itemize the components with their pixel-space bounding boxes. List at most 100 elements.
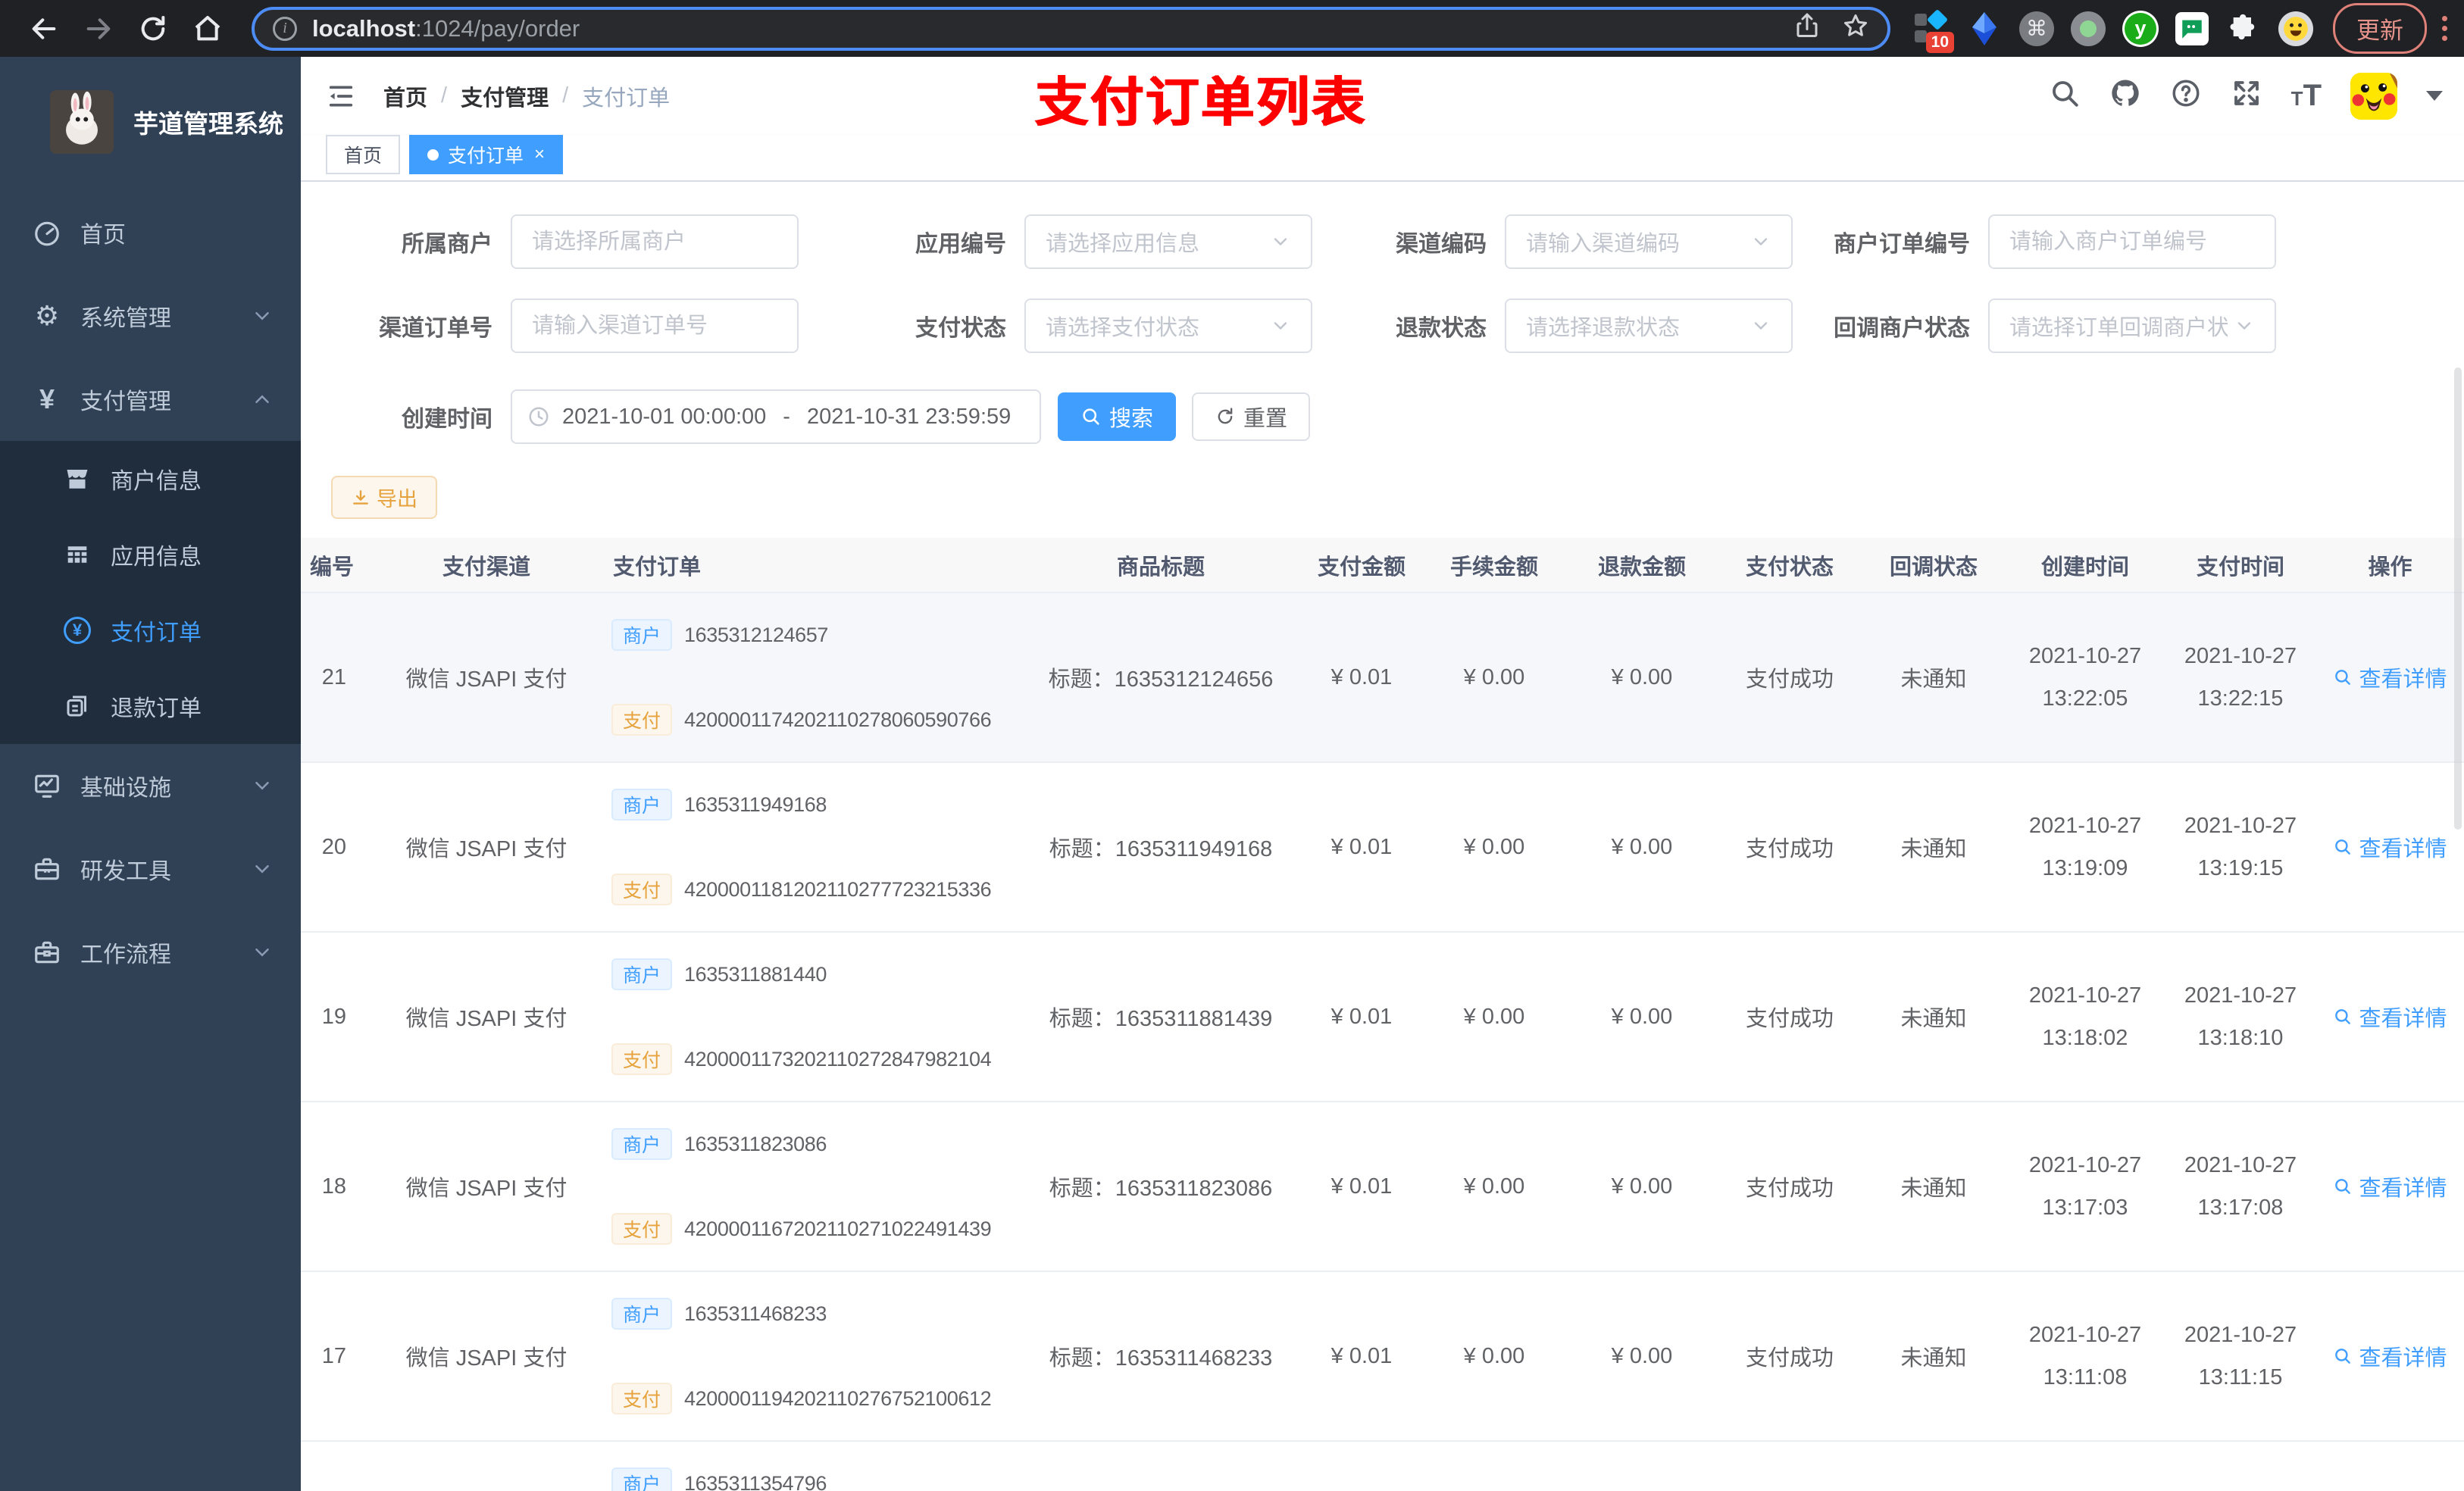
order-id: 21 <box>321 664 346 689</box>
notify-status: 未通知 <box>1900 837 1967 861</box>
kite-extension-icon[interactable] <box>1966 11 2003 47</box>
view-detail-link[interactable]: 查看详情 <box>2333 831 2447 863</box>
refund-status-select[interactable]: 请选择退款状态 <box>1505 299 1793 353</box>
site-info-icon[interactable]: i <box>273 16 297 41</box>
scrollbar-thumb[interactable] <box>2454 367 2462 830</box>
pay-status: 支付成功 <box>1745 667 1834 692</box>
sidebar: 芋道管理系统 首页 ⚙ 系统管理 ¥ 支付管理 商户信息 应用信息 ¥ 支付订单… <box>0 57 301 1491</box>
table-row[interactable]: 17 微信 JSAPI 支付 商户 1635311468233 支付 42000… <box>301 1271 2464 1442</box>
view-detail-link[interactable]: 查看详情 <box>2333 661 2447 693</box>
table-row[interactable]: 18 微信 JSAPI 支付 商户 1635311823086 支付 42000… <box>301 1102 2464 1272</box>
github-icon[interactable] <box>2109 77 2141 115</box>
forward-icon[interactable] <box>83 14 114 44</box>
channel-order-no: 4200001167202110271022491439 <box>684 1217 992 1240</box>
reset-button[interactable]: 重置 <box>1192 392 1311 441</box>
close-tab-icon[interactable]: × <box>534 145 545 164</box>
view-detail-link[interactable]: 查看详情 <box>2333 1340 2447 1372</box>
share-icon[interactable] <box>1793 12 1821 45</box>
refund-amount: ¥ 0.00 <box>1611 1004 1673 1029</box>
pay-status: 支付成功 <box>1745 1007 1834 1031</box>
filter-label: 商户订单编号 <box>1834 232 1970 257</box>
column-header: 支付订单 <box>611 538 1021 593</box>
collapse-sidebar-icon[interactable] <box>326 81 356 111</box>
paid-time: 13:19:15 <box>2197 856 2284 880</box>
merchant-tag: 商户 <box>611 789 673 821</box>
update-button[interactable]: 更新 <box>2333 3 2427 54</box>
merchant-order-no-input[interactable] <box>1988 214 2276 269</box>
tab-pay-order[interactable]: 支付订单 × <box>409 135 564 174</box>
fee-amount: ¥ 0.00 <box>1463 1343 1525 1368</box>
filter-label: 回调商户状态 <box>1834 316 1970 341</box>
sidebar-item-refund-order[interactable]: 退款订单 <box>0 668 301 744</box>
tab-home[interactable]: 首页 <box>326 135 401 174</box>
pay-tag: 支付 <box>611 1043 673 1075</box>
clock-icon <box>529 407 549 427</box>
merchant-select[interactable] <box>511 214 799 269</box>
sidebar-item-infrastructure[interactable]: 基础设施 <box>0 744 301 827</box>
sidebar-item-dev-tools[interactable]: 研发工具 <box>0 827 301 911</box>
document-copy-icon <box>62 691 92 721</box>
pay-channel: 微信 JSAPI 支付 <box>405 1346 568 1371</box>
sidebar-item-pay-order[interactable]: ¥ 支付订单 <box>0 592 301 668</box>
pay-amount: ¥ 0.01 <box>1330 664 1393 689</box>
table-row[interactable]: 20 微信 JSAPI 支付 商户 1635311949168 支付 42000… <box>301 762 2464 933</box>
create-time-range-picker[interactable]: 2021-10-01 00:00:00 - 2021-10-31 23:59:5… <box>511 389 1041 444</box>
paid-date: 2021-10-27 <box>2184 1153 2297 1177</box>
search-button[interactable]: 搜索 <box>1058 392 1177 441</box>
extensions-row: 10 ⌘ y <box>1913 8 2313 53</box>
url-text: localhost:1024/pay/order <box>312 14 580 42</box>
avatar-dropdown-caret[interactable] <box>2426 91 2443 101</box>
profile-emoji-icon[interactable] <box>2278 11 2313 46</box>
notify-status-select[interactable]: 请选择订单回调商户状态 <box>1988 299 2276 353</box>
table-row[interactable]: 21 微信 JSAPI 支付 商户 1635312124657 支付 42000… <box>301 592 2464 763</box>
sidebar-item-app-info[interactable]: 应用信息 <box>0 517 301 592</box>
pay-status-select[interactable]: 请选择支付状态 <box>1024 299 1312 353</box>
filter-form: 所属商户 应用编号 请选择应用信息 渠道编码 请输入渠道编码 商户订单编号 渠道… <box>301 182 2464 444</box>
user-avatar[interactable] <box>2350 72 2397 120</box>
sidebar-item-system[interactable]: ⚙ 系统管理 <box>0 274 301 358</box>
back-icon[interactable] <box>29 14 59 44</box>
paid-date: 2021-10-27 <box>2184 1323 2297 1347</box>
browser-menu-icon[interactable] <box>2442 16 2447 41</box>
sidebar-item-merchant-info[interactable]: 商户信息 <box>0 441 301 517</box>
home-icon[interactable] <box>192 14 223 44</box>
app-select[interactable]: 请选择应用信息 <box>1024 214 1312 269</box>
view-detail-link[interactable]: 查看详情 <box>2333 1171 2447 1202</box>
sidebar-item-workflow[interactable]: 工作流程 <box>0 911 301 994</box>
table-row[interactable]: 商户 1635311354796 <box>301 1441 2464 1491</box>
channel-code-select[interactable]: 请输入渠道编码 <box>1505 214 1793 269</box>
channel-order-no: 4200001194202110276752100612 <box>684 1386 992 1410</box>
view-detail-link[interactable]: 查看详情 <box>2333 1001 2447 1033</box>
search-icon <box>2335 1009 2351 1024</box>
breadcrumb-payment[interactable]: 支付管理 <box>461 80 549 112</box>
y-extension-icon[interactable]: y <box>2122 10 2159 47</box>
extension-pinned-icon[interactable]: 10 <box>1913 8 1954 53</box>
merchant-order-no: 1635311949168 <box>684 792 827 816</box>
sidebar-item-home[interactable]: 首页 <box>0 191 301 274</box>
address-bar[interactable]: i localhost:1024/pay/order <box>252 6 1890 51</box>
table-row[interactable]: 19 微信 JSAPI 支付 商户 1635311881440 支付 42000… <box>301 932 2464 1102</box>
font-size-icon[interactable]: TT <box>2291 79 2322 113</box>
reload-icon[interactable] <box>138 14 168 44</box>
channel-order-no-input[interactable] <box>511 299 799 353</box>
filter-label: 退款状态 <box>1396 316 1487 341</box>
bookmark-star-icon[interactable] <box>1842 12 1869 45</box>
extensions-puzzle-icon[interactable] <box>2225 11 2262 47</box>
search-icon[interactable] <box>2049 77 2081 115</box>
export-button[interactable]: 导出 <box>331 476 437 519</box>
chevron-up-icon <box>251 388 274 411</box>
column-header: 退款金额 <box>1566 538 1718 593</box>
breadcrumb-home[interactable]: 首页 <box>383 80 427 112</box>
pay-amount: ¥ 0.01 <box>1330 1004 1393 1029</box>
recorder-extension-icon[interactable] <box>2071 11 2106 46</box>
help-icon[interactable] <box>2170 77 2202 115</box>
active-tab-dot <box>427 148 439 161</box>
refresh-icon <box>1218 408 1233 424</box>
fullscreen-icon[interactable] <box>2231 77 2262 115</box>
column-header: 支付渠道 <box>361 538 611 593</box>
sidebar-item-payment[interactable]: ¥ 支付管理 <box>0 358 301 441</box>
merchant-order-no: 1635311354796 <box>684 1471 827 1491</box>
command-extension-icon[interactable]: ⌘ <box>2019 11 2054 46</box>
chat-extension-icon[interactable] <box>2175 11 2209 45</box>
notify-status: 未通知 <box>1900 1346 1967 1371</box>
